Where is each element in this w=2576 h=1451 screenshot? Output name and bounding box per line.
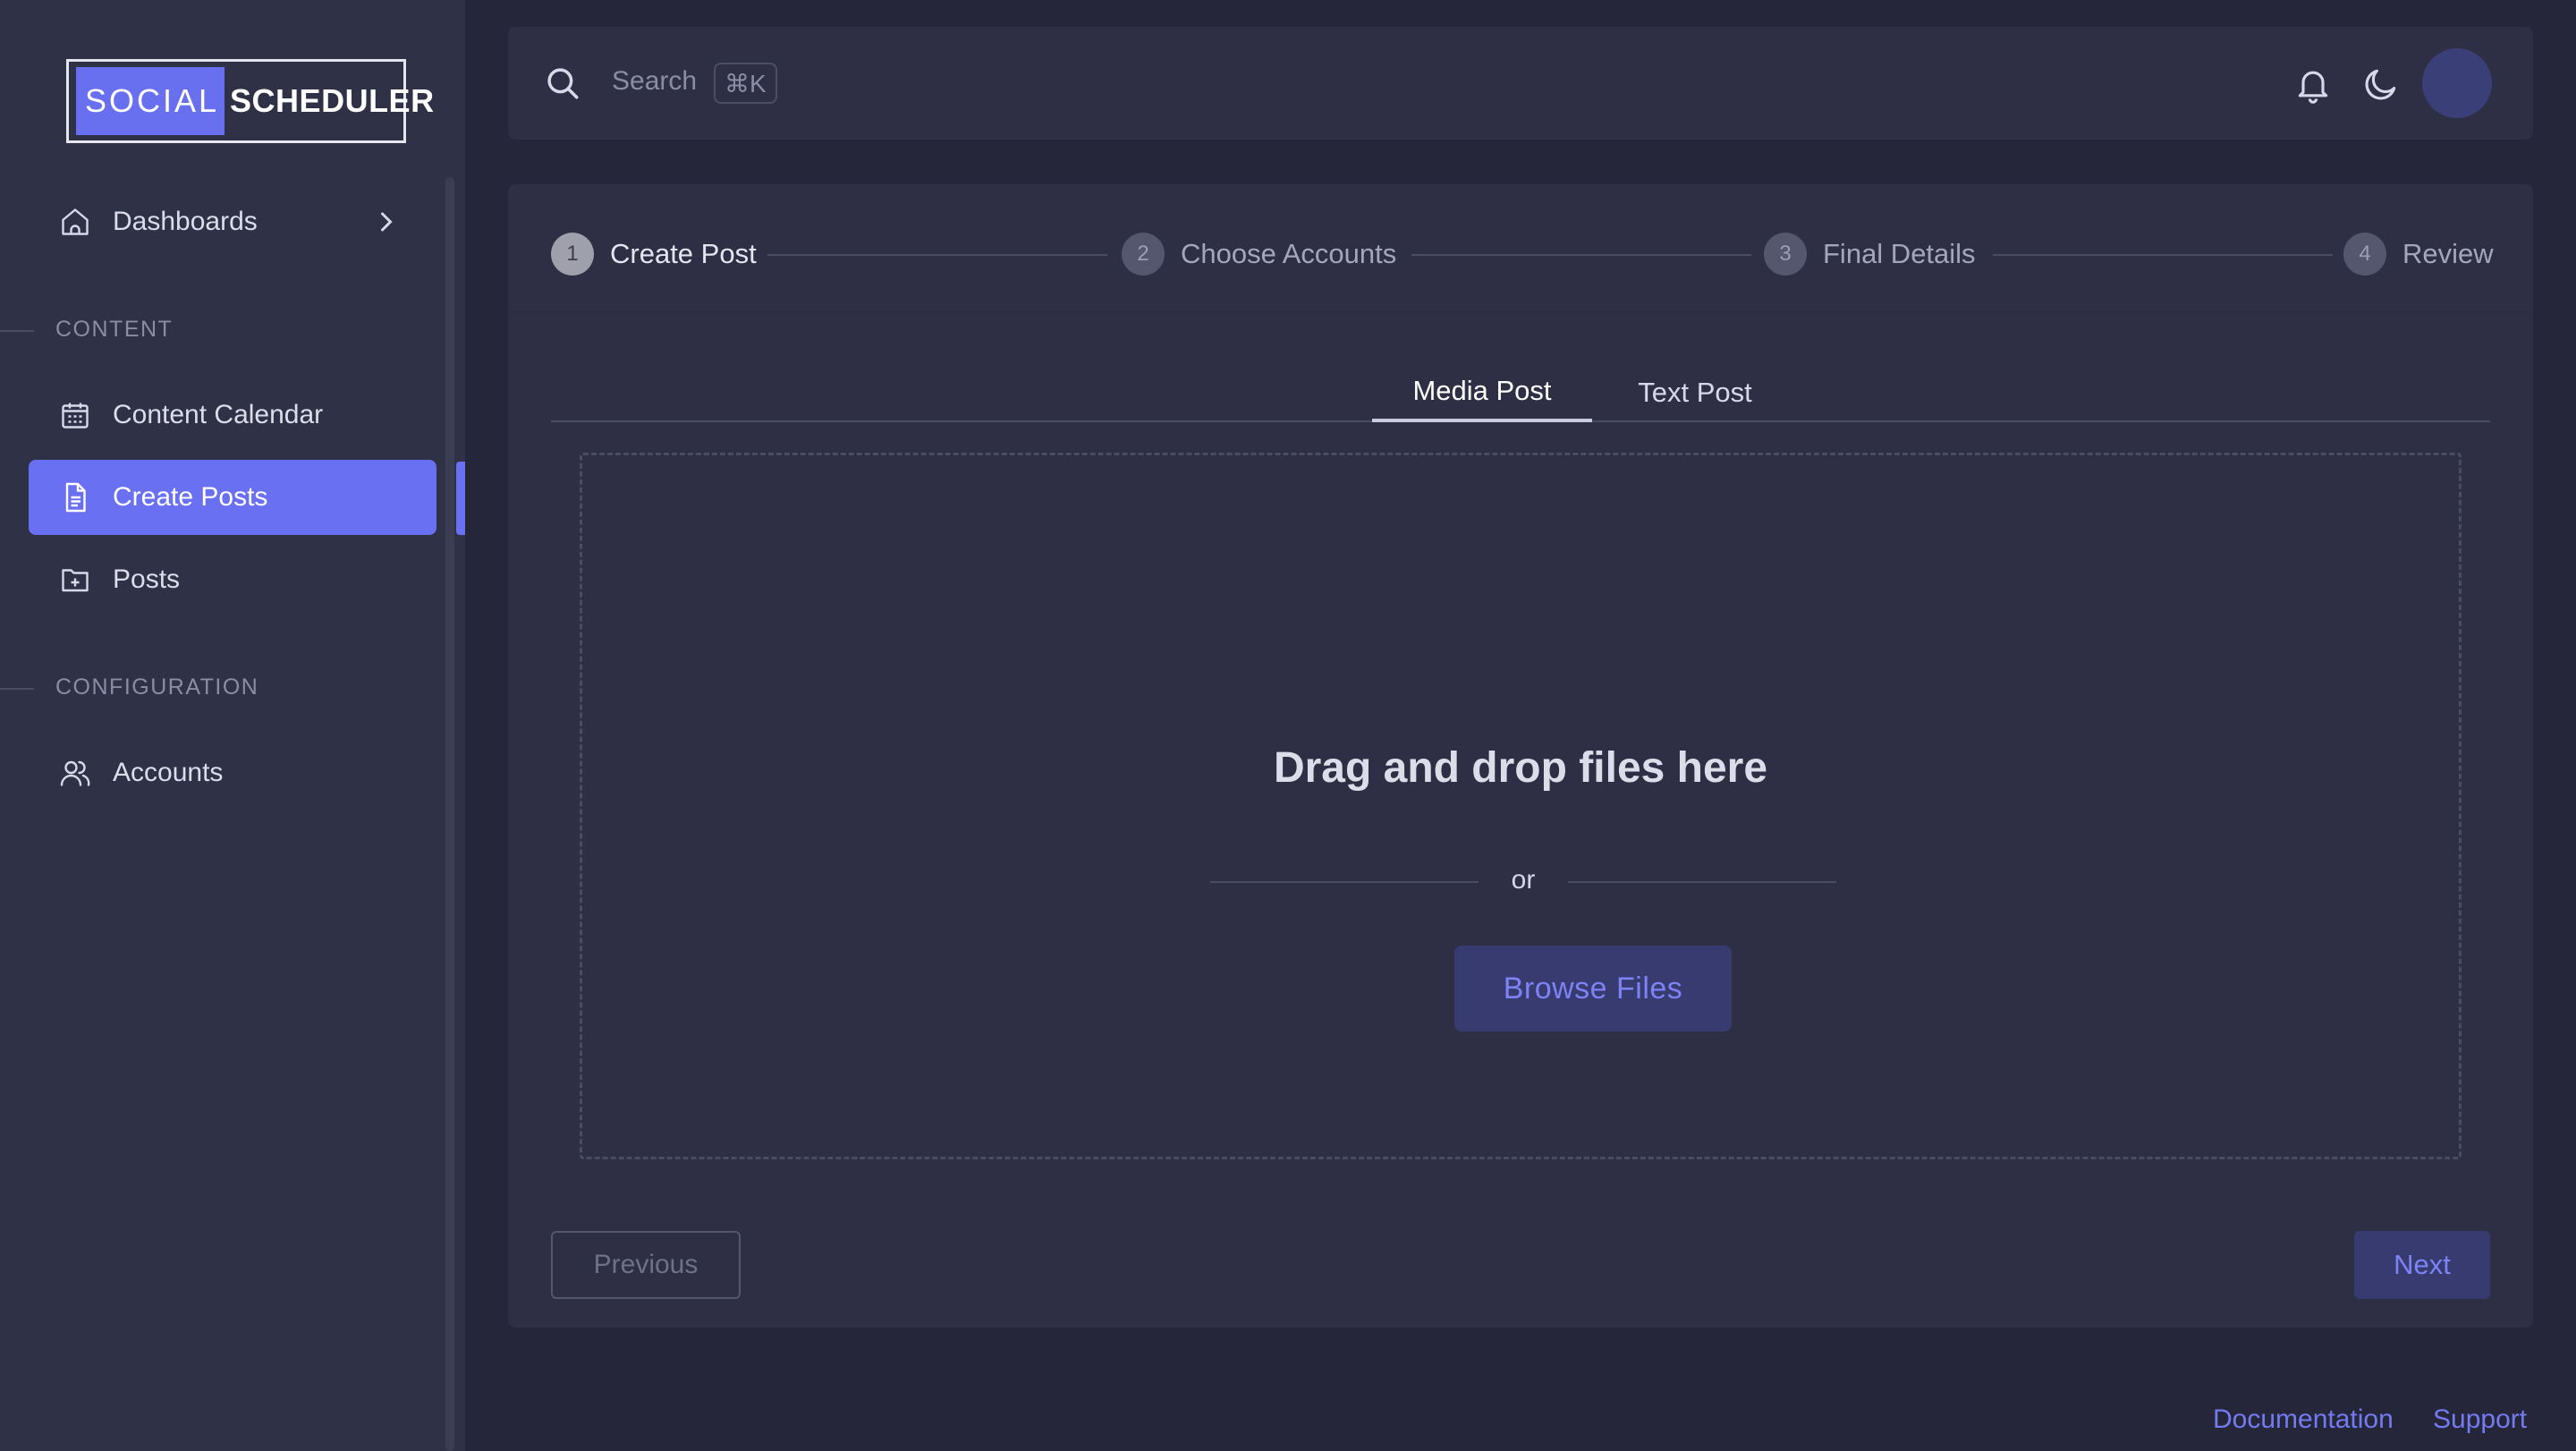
dropzone-title: Drag and drop files here: [1273, 744, 1768, 792]
search-input[interactable]: Search: [612, 66, 697, 97]
section-label-configuration: CONFIGURATION: [55, 675, 259, 700]
step-number: 3: [1764, 233, 1807, 276]
step-choose-accounts[interactable]: 2 Choose Accounts: [1122, 233, 1396, 276]
dropzone-or-text: or: [1511, 865, 1536, 895]
step-number: 4: [2343, 233, 2386, 276]
sidebar-item-label: Posts: [113, 564, 181, 594]
section-divider: [0, 330, 34, 332]
sidebar-item-posts[interactable]: Posts: [29, 542, 436, 617]
sidebar-item-create-posts[interactable]: Create Posts: [29, 460, 436, 535]
brand-logo-scheduler: SCHEDULER: [230, 82, 435, 119]
sidebar-item-accounts[interactable]: Accounts: [29, 735, 436, 810]
brand-logo[interactable]: SOCIAL SCHEDULER: [66, 59, 434, 143]
step-final-details[interactable]: 3 Final Details: [1764, 233, 1976, 276]
sidebar-item-label: Content Calendar: [113, 400, 324, 429]
home-icon: [57, 204, 93, 240]
browse-files-button[interactable]: Browse Files: [1454, 946, 1732, 1031]
sidebar-item-content-calendar[interactable]: Content Calendar: [29, 378, 436, 453]
sidebar-item-label: Accounts: [113, 758, 224, 787]
step-label: Review: [2402, 238, 2494, 269]
section-divider: [0, 688, 34, 690]
documentation-link[interactable]: Documentation: [2213, 1404, 2394, 1435]
step-number: 2: [1122, 233, 1165, 276]
step-label: Choose Accounts: [1181, 238, 1397, 269]
tab-text-post[interactable]: Text Post: [1592, 363, 1798, 422]
active-indicator: [456, 462, 465, 535]
step-label: Final Details: [1823, 238, 1976, 269]
dropzone-or-separator: or: [1210, 863, 1836, 899]
support-link[interactable]: Support: [2433, 1404, 2527, 1435]
topbar: Search ⌘K: [508, 27, 2533, 140]
app-root: SOCIAL SCHEDULER Dashboards CONTENT Cont…: [0, 0, 2576, 1451]
stepper-divider: [508, 311, 2533, 313]
brand-logo-social: SOCIAL: [76, 67, 225, 135]
step-label: Create Post: [610, 238, 757, 269]
sidebar-item-label: Create Posts: [113, 482, 268, 512]
bell-icon[interactable]: [2293, 64, 2333, 104]
sidebar-item-dashboards[interactable]: Dashboards: [29, 184, 436, 259]
search-icon[interactable]: [544, 64, 581, 102]
step-number: 1: [551, 233, 594, 276]
step-connector: [1411, 254, 1751, 256]
separator-line: [1568, 881, 1836, 883]
previous-button[interactable]: Previous: [551, 1231, 741, 1299]
chevron-right-icon: [381, 212, 393, 232]
post-type-tabs: Media Post Text Post: [551, 363, 2490, 422]
step-create-post[interactable]: 1 Create Post: [551, 233, 757, 276]
sidebar: SOCIAL SCHEDULER Dashboards CONTENT Cont…: [0, 0, 465, 1451]
step-review[interactable]: 4 Review: [2343, 233, 2494, 276]
moon-icon[interactable]: [2361, 64, 2401, 104]
tab-media-post[interactable]: Media Post: [1372, 363, 1592, 422]
sidebar-item-label: Dashboards: [113, 207, 258, 236]
avatar[interactable]: [2422, 48, 2492, 118]
sidebar-scrollbar[interactable]: [445, 177, 454, 1451]
folder-plus-icon: [57, 562, 93, 598]
section-label-content: CONTENT: [55, 317, 174, 342]
calendar-icon: [57, 397, 93, 433]
create-post-card: 1 Create Post 2 Choose Accounts 3 Final …: [508, 184, 2533, 1328]
document-icon: [57, 479, 93, 515]
search-shortcut-badge: ⌘K: [714, 63, 777, 104]
next-button[interactable]: Next: [2354, 1231, 2490, 1299]
file-dropzone[interactable]: Drag and drop files here or Browse Files: [580, 453, 2462, 1159]
step-connector: [767, 254, 1107, 256]
stepper: 1 Create Post 2 Choose Accounts 3 Final …: [551, 225, 2494, 283]
step-connector: [1993, 254, 2333, 256]
users-icon: [57, 755, 93, 791]
